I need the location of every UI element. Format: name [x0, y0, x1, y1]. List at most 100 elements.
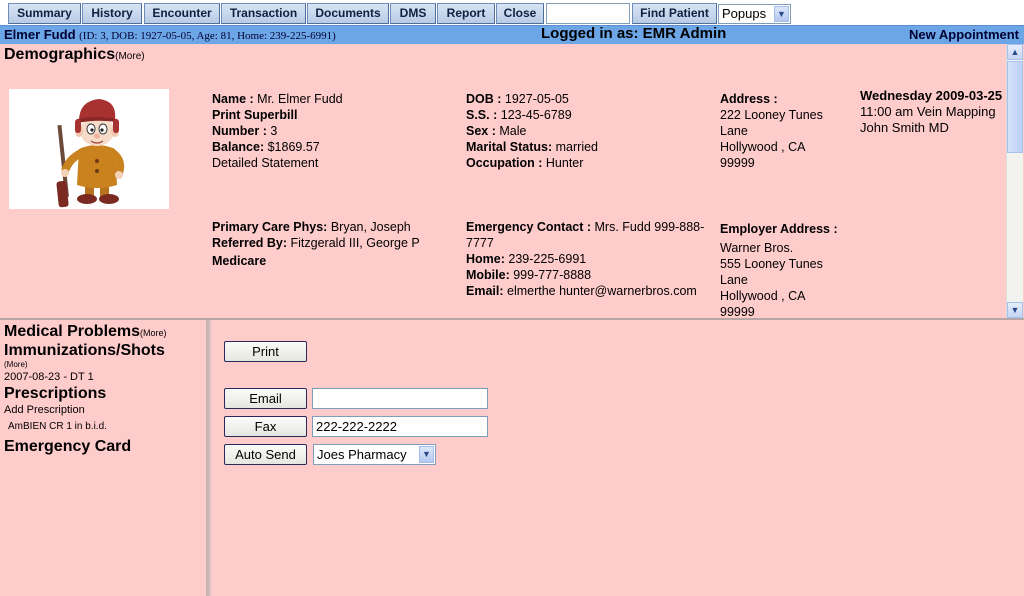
dob-label: DOB : [466, 92, 502, 106]
immunizations-heading[interactable]: Immunizations/Shots [4, 342, 165, 360]
logged-in-label: Logged in as: EMR Admin [541, 25, 727, 42]
marital-label: Marital Status: [466, 140, 553, 154]
tab-close[interactable]: Close [496, 3, 544, 24]
emergency-contact-value: Mrs. Fudd 999-888- [594, 220, 705, 234]
dob-value: 1927-05-05 [504, 92, 569, 106]
demographics-scrollbar[interactable]: ▲ ▼ [1006, 44, 1023, 318]
scroll-down-icon[interactable]: ▼ [1007, 302, 1023, 318]
balance-label: Balance: [212, 140, 265, 154]
patient-search-input[interactable] [546, 3, 630, 24]
find-patient-button[interactable]: Find Patient [632, 3, 717, 24]
appointment-provider: John Smith MD [860, 120, 949, 135]
emergency-contact-label: Emergency Contact : [466, 220, 592, 234]
tab-history[interactable]: History [82, 3, 142, 24]
popups-select-value: Popups [722, 6, 767, 21]
medical-problems-more-link[interactable]: (More) [140, 328, 167, 338]
sex-value: Male [499, 124, 527, 138]
ss-label: S.S. : [466, 108, 498, 122]
emergency-contact-value-cont: 7777 [466, 236, 494, 250]
employer-address-line: Lane [720, 273, 748, 287]
employer-address-line: Hollywood , CA [720, 289, 806, 303]
occupation-value: Hunter [545, 156, 584, 170]
email-value: elmerthe hunter@warnerbros.com [507, 284, 697, 298]
pcp-value: Bryan, Joseph [330, 220, 411, 234]
employer-address: Employer Address : Warner Bros. 555 Loon… [720, 221, 855, 319]
address-label: Address : [720, 92, 778, 106]
patient-personal-info: DOB : 1927-05-05 S.S. : 123-45-6789 Sex … [466, 91, 711, 171]
employer-address-line: 99999 [720, 305, 755, 319]
occupation-label: Occupation : [466, 156, 543, 170]
emergency-card-heading[interactable]: Emergency Card [4, 438, 131, 456]
email-input[interactable] [312, 388, 488, 409]
patient-basic-info: Name : Mr. Elmer Fudd Print Superbill Nu… [212, 91, 457, 171]
scroll-up-icon[interactable]: ▲ [1007, 44, 1023, 60]
tab-report[interactable]: Report [437, 3, 495, 24]
balance-value: $1869.57 [267, 140, 320, 154]
clinical-summary-panel: Medical Problems(More) Immunizations/Sho… [0, 320, 209, 596]
number-label: Number : [212, 124, 267, 138]
pcp-label: Primary Care Phys: [212, 220, 328, 234]
patient-address: Address : 222 Looney Tunes Lane Hollywoo… [720, 91, 850, 171]
tab-encounter[interactable]: Encounter [144, 3, 220, 24]
popups-select[interactable]: Popups ▼ [718, 4, 791, 24]
prescription-entry: AmBIEN CR 1 in b.i.d. [8, 421, 107, 432]
marital-value: married [555, 140, 598, 154]
upcoming-appointment[interactable]: Wednesday 2009-03-25 11:00 am Vein Mappi… [860, 88, 1002, 136]
employer-address-line: 555 Looney Tunes [720, 257, 823, 271]
demographics-more-link[interactable]: (More) [115, 51, 144, 62]
home-phone-label: Home: [466, 252, 505, 266]
immunization-entry: 2007-08-23 - DT 1 [4, 371, 94, 383]
detailed-statement-link[interactable]: Detailed Statement [212, 155, 457, 171]
patient-contact-info: Emergency Contact : Mrs. Fudd 999-888- 7… [466, 219, 716, 299]
patient-photo-image [56, 99, 125, 208]
patient-title-bar: Elmer Fudd (ID: 3, DOB: 1927-05-05, Age:… [0, 25, 1024, 44]
fax-button[interactable]: Fax [224, 416, 307, 437]
insurance-label: Medicare [212, 254, 267, 268]
auto-send-button[interactable]: Auto Send [224, 444, 307, 465]
tab-transaction[interactable]: Transaction [221, 3, 306, 24]
sex-label: Sex : [466, 124, 496, 138]
address-line: Hollywood , CA [720, 140, 806, 154]
tab-dms[interactable]: DMS [390, 3, 436, 24]
chevron-down-icon: ▼ [774, 6, 789, 22]
demographics-heading[interactable]: Demographics(More) [4, 46, 145, 64]
name-label: Name : [212, 92, 254, 106]
tab-summary[interactable]: Summary [8, 3, 81, 24]
address-line: 99999 [720, 156, 755, 170]
new-appointment-link[interactable]: New Appointment [909, 27, 1019, 42]
patient-name: Elmer Fudd [4, 27, 76, 42]
email-button[interactable]: Email [224, 388, 307, 409]
demographics-frame: Demographics(More) Name: Mr. Elmer Fudd… [0, 44, 1024, 320]
top-navigation: Summary History Encounter Transaction Do… [0, 0, 1024, 26]
print-button[interactable]: Print [224, 341, 307, 362]
demographics-title: Demographics [4, 46, 116, 63]
appointment-date: Wednesday 2009-03-25 [860, 88, 1003, 103]
medical-problems-title: Medical Problems [4, 323, 141, 340]
mobile-phone-value: 999-777-8888 [513, 268, 592, 282]
medical-problems-heading[interactable]: Medical Problems(More) [4, 323, 167, 341]
referred-label: Referred By: [212, 236, 288, 250]
appointment-time: 11:00 am Vein Mapping [860, 104, 996, 119]
name-value: Mr. Elmer Fudd [257, 92, 343, 106]
ss-value: 123-45-6789 [500, 108, 572, 122]
email-label: Email: [466, 284, 504, 298]
address-line: Lane [720, 124, 748, 138]
print-superbill-link[interactable]: Print Superbill [212, 107, 457, 123]
address-line: 222 Looney Tunes [720, 108, 823, 122]
referred-value: Fitzgerald III, George P [290, 236, 420, 250]
patient-photo [9, 89, 169, 209]
employer-address-line: Warner Bros. [720, 241, 794, 255]
immunizations-more-link[interactable]: (More) [4, 360, 28, 369]
fax-input[interactable] [312, 416, 488, 437]
pharmacy-select[interactable]: Joes Pharmacy ▼ [313, 444, 436, 465]
tab-documents[interactable]: Documents [307, 3, 389, 24]
prescriptions-heading[interactable]: Prescriptions [4, 385, 106, 403]
chevron-down-icon: ▼ [419, 446, 434, 463]
pharmacy-select-value: Joes Pharmacy [317, 447, 407, 462]
mobile-phone-label: Mobile: [466, 268, 510, 282]
add-prescription-link[interactable]: Add Prescription [4, 404, 85, 416]
home-phone-value: 239-225-6991 [508, 252, 587, 266]
employer-address-label: Employer Address : [720, 222, 838, 236]
scrollbar-thumb[interactable] [1007, 61, 1023, 153]
number-value: 3 [270, 124, 278, 138]
